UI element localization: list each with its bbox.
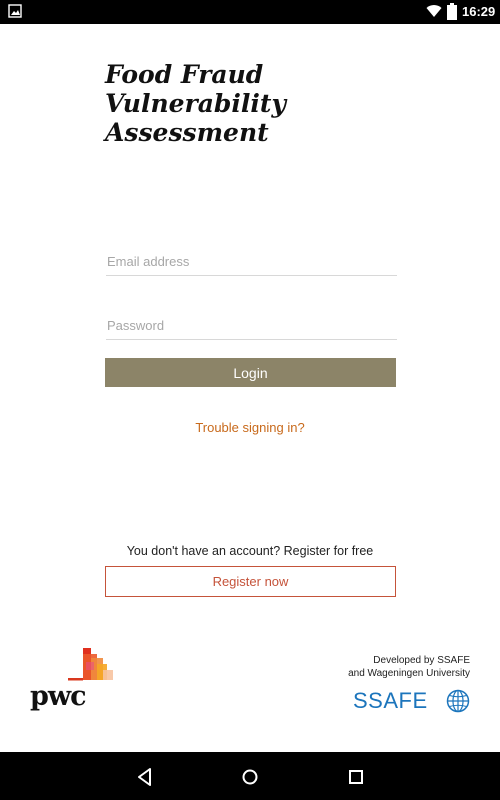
developer-credit-line: and Wageningen University [348,668,470,679]
email-field[interactable] [106,247,397,276]
developer-credit: Developed by SSAFE and Wageningen Univer… [348,654,470,680]
pwc-logo-text: pwc [30,681,87,712]
wifi-icon [426,5,442,18]
home-icon[interactable] [239,766,261,788]
password-field[interactable] [106,311,397,340]
back-icon[interactable] [134,766,156,788]
status-bar: 16:29 [0,0,500,24]
image-notification-icon [8,4,22,18]
ssafe-logo-text: SSAFE [353,688,428,713]
globe-icon [446,689,470,713]
app-title-line: Assessment [105,118,269,147]
recents-icon[interactable] [345,766,367,788]
register-prompt: You don't have an account? Register for … [126,544,374,558]
app-title: Food Fraud Vulnerability Assessment [105,60,405,147]
developer-credit-line: Developed by SSAFE [373,655,470,666]
battery-icon [447,3,457,20]
status-time: 16:29 [462,4,496,19]
navigation-bar [0,752,500,800]
app-title-line: Vulnerability [105,89,286,118]
login-button[interactable]: Login [105,358,396,387]
register-now-button[interactable]: Register now [105,566,396,597]
app-title-line: Food Fraud [105,60,264,89]
trouble-signing-in-link[interactable]: Trouble signing in? [0,420,500,435]
